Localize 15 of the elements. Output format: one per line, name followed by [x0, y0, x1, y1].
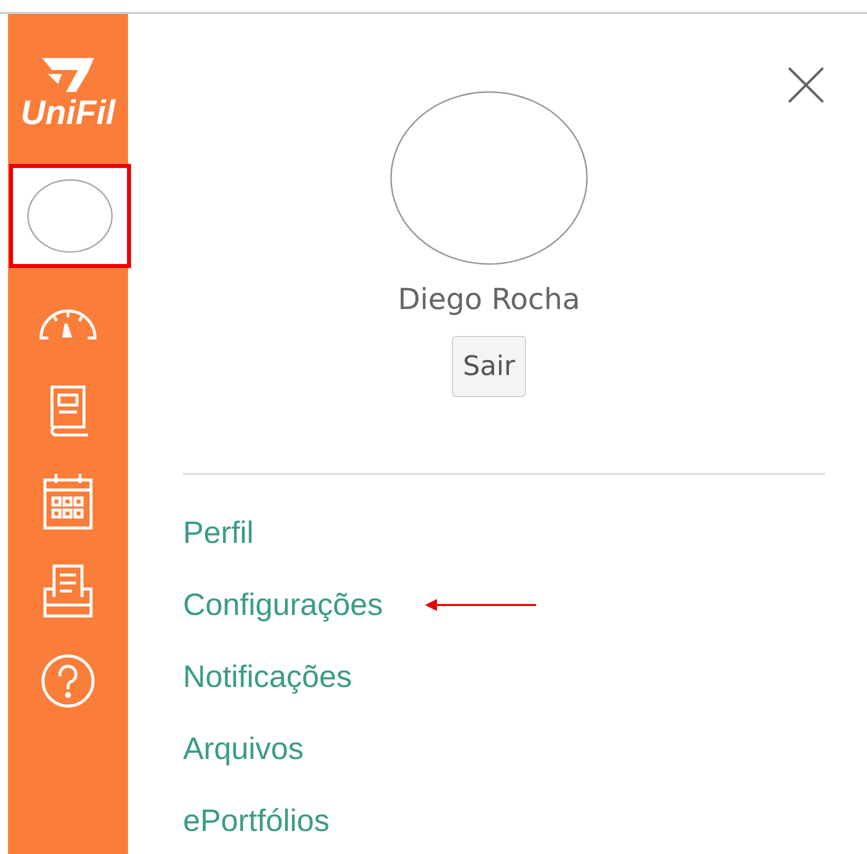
avatar-icon — [389, 90, 589, 266]
close-icon[interactable] — [787, 66, 825, 104]
user-name: Diego Rocha — [398, 282, 580, 316]
logo-text: UniFil — [20, 96, 116, 130]
menu-link[interactable]: Arquivos — [183, 731, 304, 767]
help-icon — [41, 654, 95, 708]
avatar-icon — [27, 179, 113, 253]
sidebar-avatar-item[interactable] — [9, 164, 131, 268]
menu-link[interactable]: Notificações — [183, 659, 352, 695]
calendar-icon — [42, 472, 94, 530]
inbox-document-icon — [42, 563, 94, 619]
menu-link[interactable]: Perfil — [183, 515, 254, 551]
menu-link[interactable]: ePortfólios — [183, 803, 330, 839]
menu-link[interactable]: Configurações — [183, 587, 383, 623]
logout-button[interactable]: Sair — [452, 336, 526, 397]
